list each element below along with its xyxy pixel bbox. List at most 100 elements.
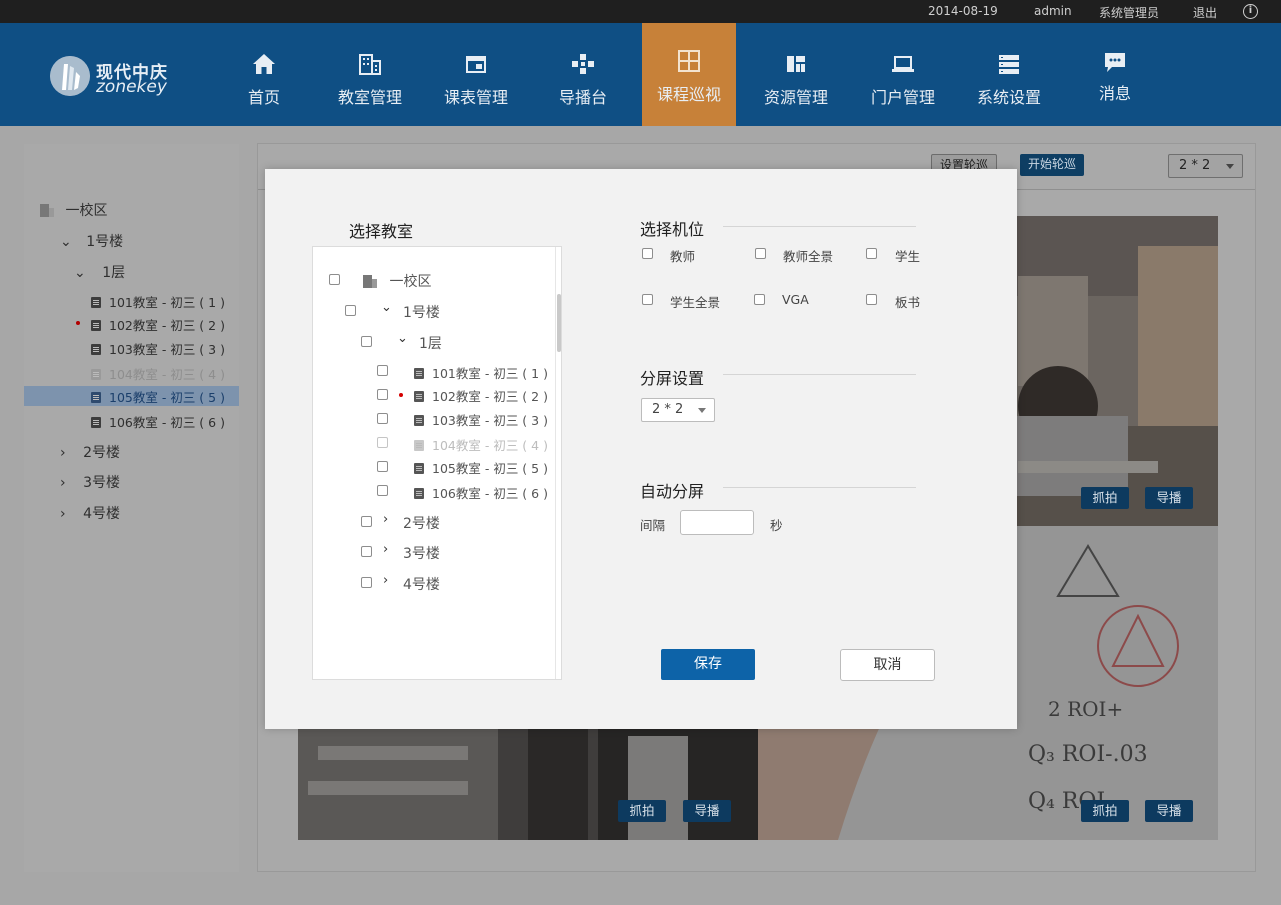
laptop-icon	[892, 56, 914, 72]
checkbox-room-disabled	[377, 437, 388, 448]
broadcast-button[interactable]: 导播	[683, 800, 731, 822]
interval-input[interactable]	[680, 510, 754, 535]
tree-building-4[interactable]: 4号楼	[403, 574, 440, 594]
capture-button[interactable]: 抓拍	[618, 800, 666, 822]
chevron-right-icon[interactable]: ›	[383, 512, 388, 527]
option-teacher[interactable]: 教师	[670, 246, 695, 265]
checkbox-room[interactable]	[377, 485, 388, 496]
checkbox-blackboard[interactable]	[866, 294, 877, 305]
tree-building-2[interactable]: › 2号楼	[60, 442, 120, 462]
document-icon	[91, 369, 101, 380]
option-teacher-panorama[interactable]: 教师全景	[783, 246, 833, 265]
checkbox-room[interactable]	[377, 365, 388, 376]
split-settings-title: 分屏设置	[640, 369, 705, 388]
info-icon[interactable]: i	[1243, 4, 1258, 19]
option-vga[interactable]: VGA	[782, 292, 809, 307]
select-classroom-title: 选择教室	[349, 222, 414, 241]
document-icon	[91, 392, 101, 403]
tree-campus[interactable]: 一校区	[40, 200, 107, 220]
cancel-button[interactable]: 取消	[840, 649, 935, 681]
checkbox-campus[interactable]	[329, 274, 340, 285]
tree-floor-1[interactable]: 1层	[419, 333, 442, 353]
nav-director[interactable]: 导播台	[531, 23, 635, 126]
nav-messages[interactable]: 消息	[1063, 23, 1167, 126]
nav-resource-management[interactable]: 资源管理	[744, 23, 848, 126]
resource-icon	[787, 56, 805, 72]
tree-campus[interactable]: 一校区	[363, 271, 431, 291]
tree-building-1[interactable]: ⌄ 1号楼	[60, 231, 123, 251]
chevron-down-icon[interactable]: ⌄	[74, 265, 86, 281]
checkbox-building-1[interactable]	[345, 305, 356, 316]
tree-room-selected[interactable]: 105教室 - 初三 ( 5 )	[91, 387, 225, 406]
tree-room[interactable]: 102教室 - 初三 ( 2 )	[414, 386, 548, 405]
nav-classroom-management[interactable]: 教室管理	[318, 23, 422, 126]
tree-building-1[interactable]: 1号楼	[403, 302, 440, 322]
tree-building-2[interactable]: 2号楼	[403, 513, 440, 533]
nav-system-settings[interactable]: 系统设置	[957, 23, 1061, 126]
tree-building-3[interactable]: › 3号楼	[60, 472, 120, 492]
tree-room[interactable]: 101教室 - 初三 ( 1 )	[91, 292, 225, 311]
layout-select[interactable]: 2 * 2	[1168, 154, 1243, 178]
chevron-right-icon[interactable]: ›	[60, 506, 66, 522]
nav-label: 教室管理	[337, 88, 402, 107]
save-button[interactable]: 保存	[661, 649, 755, 680]
gamepad-icon	[572, 54, 594, 74]
nav-home[interactable]: 首页	[212, 23, 316, 126]
capture-button[interactable]: 抓拍	[1081, 487, 1129, 509]
capture-button[interactable]: 抓拍	[1081, 800, 1129, 822]
checkbox-room[interactable]	[377, 389, 388, 400]
tree-room[interactable]: 105教室 - 初三 ( 5 )	[414, 458, 548, 477]
checkbox-vga[interactable]	[754, 294, 765, 305]
chevron-right-icon[interactable]: ›	[60, 475, 66, 491]
checkbox-room[interactable]	[377, 461, 388, 472]
chevron-right-icon[interactable]: ›	[383, 542, 388, 557]
chevron-down-icon[interactable]: ⌄	[397, 331, 408, 346]
tree-room[interactable]: 102教室 - 初三 ( 2 )	[91, 315, 225, 334]
live-indicator-dot	[399, 393, 403, 397]
checkbox-building-4[interactable]	[361, 577, 372, 588]
chevron-down-icon[interactable]: ⌄	[381, 300, 392, 315]
checkbox-teacher[interactable]	[642, 248, 653, 259]
tree-room[interactable]: 106教室 - 初三 ( 6 )	[414, 483, 548, 502]
section-divider	[723, 226, 916, 227]
option-student-panorama[interactable]: 学生全景	[670, 292, 720, 311]
username-link[interactable]: admin	[1034, 4, 1072, 18]
start-patrol-button[interactable]: 开始轮巡	[1020, 154, 1084, 176]
tree-scrollbar[interactable]	[555, 247, 562, 679]
scrollbar-thumb[interactable]	[557, 294, 561, 352]
checkbox-building-2[interactable]	[361, 516, 372, 527]
option-blackboard[interactable]: 板书	[895, 292, 920, 311]
tree-room[interactable]: 106教室 - 初三 ( 6 )	[91, 412, 225, 431]
nav-portal-management[interactable]: 门户管理	[851, 23, 955, 126]
live-indicator-dot	[76, 321, 80, 325]
tree-room[interactable]: 101教室 - 初三 ( 1 )	[414, 363, 548, 382]
tree-room[interactable]: 103教室 - 初三 ( 3 )	[91, 339, 225, 358]
logout-link[interactable]: 退出	[1193, 4, 1217, 21]
building-icon	[363, 275, 377, 288]
chevron-right-icon[interactable]: ›	[60, 445, 66, 461]
nav-schedule-management[interactable]: 课表管理	[424, 23, 528, 126]
main-header: 现代中庆 zonekey 首页 教室管理 课表管理 导播台 课程巡视 资源管理 …	[0, 23, 1281, 126]
tree-room[interactable]: 103教室 - 初三 ( 3 )	[414, 410, 548, 429]
tree-room-disabled: 104教室 - 初三 ( 4 )	[414, 435, 548, 454]
checkbox-room[interactable]	[377, 413, 388, 424]
tree-floor-1[interactable]: ⌄ 1层	[74, 262, 125, 282]
option-student[interactable]: 学生	[895, 246, 920, 265]
broadcast-button[interactable]: 导播	[1145, 800, 1193, 822]
split-layout-select[interactable]: 2 * 2	[641, 398, 715, 422]
chevron-down-icon[interactable]: ⌄	[60, 234, 72, 250]
checkbox-floor-1[interactable]	[361, 336, 372, 347]
document-icon	[414, 415, 424, 426]
nav-course-patrol[interactable]: 课程巡视	[642, 23, 736, 126]
checkbox-student-panorama[interactable]	[642, 294, 653, 305]
seconds-label: 秒	[770, 518, 783, 533]
checkbox-student[interactable]	[866, 248, 877, 259]
tree-building-4[interactable]: › 4号楼	[60, 503, 120, 523]
checkbox-teacher-panorama[interactable]	[755, 248, 766, 259]
building-icon	[359, 54, 381, 75]
nav-label: 课程巡视	[656, 85, 721, 104]
broadcast-button[interactable]: 导播	[1145, 487, 1193, 509]
checkbox-building-3[interactable]	[361, 546, 372, 557]
tree-building-3[interactable]: 3号楼	[403, 543, 440, 563]
chevron-right-icon[interactable]: ›	[383, 573, 388, 588]
